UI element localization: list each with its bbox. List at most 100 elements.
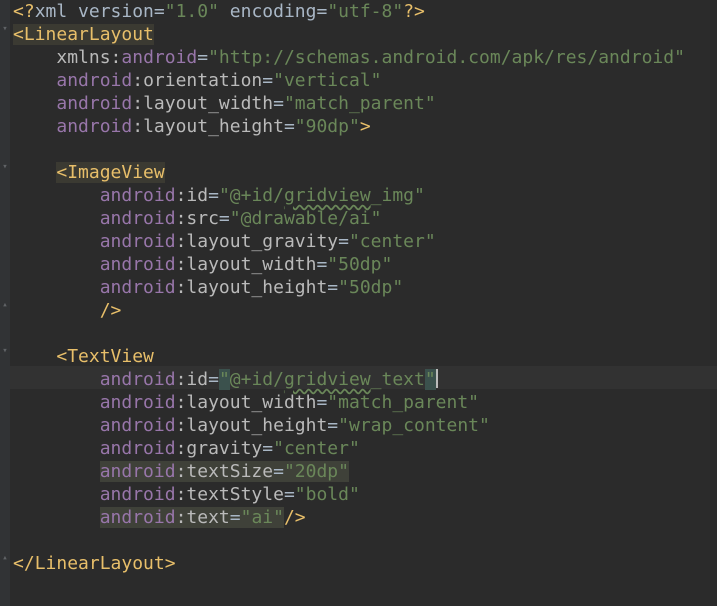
- xml-decl-open: <?: [13, 1, 35, 22]
- xml-decl-name: xml: [34, 1, 68, 22]
- attr-value: "50dp": [338, 277, 404, 298]
- attr-name: version: [67, 1, 154, 22]
- tag-name: ImageView: [67, 162, 165, 183]
- attr-name: id: [186, 185, 209, 206]
- attr-value: "50dp": [327, 254, 393, 275]
- code-line[interactable]: android:gravity="center": [13, 437, 360, 460]
- attr-value: "bold": [294, 484, 360, 505]
- fold-toggle-icon[interactable]: ▾: [0, 24, 10, 34]
- equals: =: [283, 484, 295, 505]
- equals: =: [197, 47, 209, 68]
- attr-name: layout_height: [143, 116, 284, 137]
- equals: =: [208, 185, 219, 206]
- attr-value: "90dp": [294, 116, 360, 137]
- attr-name: layout_width: [186, 254, 317, 275]
- attr-name: layout_width: [186, 392, 317, 413]
- equals: =: [327, 277, 339, 298]
- namespace-prefix: android: [99, 392, 176, 413]
- tag-open-bracket: <: [56, 162, 68, 183]
- colon: :: [175, 369, 187, 390]
- attr-name: id: [186, 369, 209, 390]
- matched-quote: ": [424, 369, 436, 390]
- equals: =: [273, 93, 284, 114]
- attr-name: encoding: [218, 1, 317, 22]
- code-line[interactable]: <ImageView: [13, 161, 165, 184]
- code-line[interactable]: android:layout_width="match_parent": [13, 92, 436, 115]
- code-line[interactable]: </LinearLayout>: [13, 552, 176, 575]
- equals: =: [316, 254, 328, 275]
- attr-value: "vertical": [273, 70, 382, 91]
- namespace-prefix: android: [56, 93, 133, 114]
- tag-close-bracket: >: [359, 116, 371, 137]
- code-editor[interactable]: ▾ ▾ ▴ ▾ ▴ <?xml version="1.0" encoding="…: [0, 0, 717, 606]
- attr-value: @+id/: [229, 369, 284, 390]
- tag-name: LinearLayout: [34, 553, 165, 574]
- fold-toggle-icon[interactable]: ▾: [0, 346, 10, 356]
- code-line[interactable]: android:layout_height="50dp": [13, 276, 403, 299]
- colon: :: [175, 461, 187, 482]
- attr-name: layout_gravity: [186, 231, 339, 252]
- code-line[interactable]: xmlns:android="http://schemas.android.co…: [13, 46, 685, 69]
- colon: :: [132, 116, 144, 137]
- code-line[interactable]: />: [13, 299, 122, 322]
- attr-name: orientation: [143, 70, 263, 91]
- matched-quote: ": [218, 369, 230, 390]
- code-line[interactable]: android:orientation="vertical": [13, 69, 382, 92]
- code-line[interactable]: <?xml version="1.0" encoding="utf-8"?>: [13, 0, 425, 23]
- colon: :: [175, 185, 187, 206]
- equals: =: [327, 415, 339, 436]
- code-line[interactable]: android:id="@+id/gridview_text": [13, 368, 438, 391]
- code-line[interactable]: android:text="ai"/>: [13, 506, 306, 529]
- fold-end-icon[interactable]: ▴: [0, 300, 10, 310]
- equals: =: [218, 208, 230, 229]
- namespace-prefix: android: [99, 415, 176, 436]
- namespace-prefix: android: [99, 484, 176, 505]
- namespace-prefix: android: [99, 208, 176, 229]
- colon: :: [175, 438, 187, 459]
- attr-value: "match_parent": [283, 93, 436, 114]
- code-line[interactable]: <TextView: [13, 345, 154, 368]
- code-line[interactable]: android:layout_width="50dp": [13, 253, 393, 276]
- equals: =: [153, 1, 165, 22]
- equals: =: [273, 461, 284, 482]
- editor-gutter[interactable]: ▾ ▾ ▴ ▾ ▴: [0, 0, 10, 606]
- namespace-prefix: android: [56, 70, 133, 91]
- code-line[interactable]: android:layout_width="match_parent": [13, 391, 479, 414]
- text-cursor: [435, 369, 438, 388]
- code-line[interactable]: android:layout_gravity="center": [13, 230, 436, 253]
- typo-warning: gridview: [283, 369, 371, 390]
- equals: =: [208, 369, 219, 390]
- code-line[interactable]: android:layout_height="wrap_content": [13, 414, 490, 437]
- code-line[interactable]: android:layout_height="90dp">: [13, 115, 371, 138]
- attr-value: "20dp": [283, 461, 349, 482]
- code-line[interactable]: android:src="@drawable/ai": [13, 207, 382, 230]
- attr-name: src: [186, 208, 219, 229]
- attr-value: _text: [370, 369, 425, 390]
- attr-name: layout_height: [186, 277, 328, 298]
- fold-end-icon[interactable]: ▴: [0, 553, 10, 563]
- namespace-prefix: android: [99, 369, 176, 390]
- attr-value: "utf-8": [327, 1, 404, 22]
- colon: :: [175, 484, 187, 505]
- colon: :: [132, 70, 144, 91]
- tag-self-close: />: [99, 300, 122, 321]
- colon: :: [110, 47, 122, 68]
- code-line[interactable]: android:textSize="20dp": [13, 460, 349, 483]
- code-line[interactable]: android:textStyle="bold": [13, 483, 360, 506]
- attr-name: layout_height: [186, 415, 328, 436]
- colon: :: [175, 277, 187, 298]
- attr-name: text: [186, 507, 230, 528]
- code-line[interactable]: android:id="@+id/gridview_img": [13, 184, 425, 207]
- namespace-name: android: [121, 47, 198, 68]
- attr-value: "http://schemas.android.com/apk/res/andr…: [208, 47, 685, 68]
- namespace-prefix: android: [56, 116, 133, 137]
- equals: =: [229, 507, 241, 528]
- code-line[interactable]: <LinearLayout: [13, 23, 154, 46]
- tag-close-bracket: >: [164, 553, 176, 574]
- equals: =: [338, 231, 349, 252]
- attr-value: "@+id/: [218, 185, 284, 206]
- xml-decl-close: ?>: [403, 1, 425, 22]
- fold-toggle-icon[interactable]: ▾: [0, 162, 10, 172]
- attr-name: layout_width: [143, 93, 274, 114]
- equals: =: [262, 70, 274, 91]
